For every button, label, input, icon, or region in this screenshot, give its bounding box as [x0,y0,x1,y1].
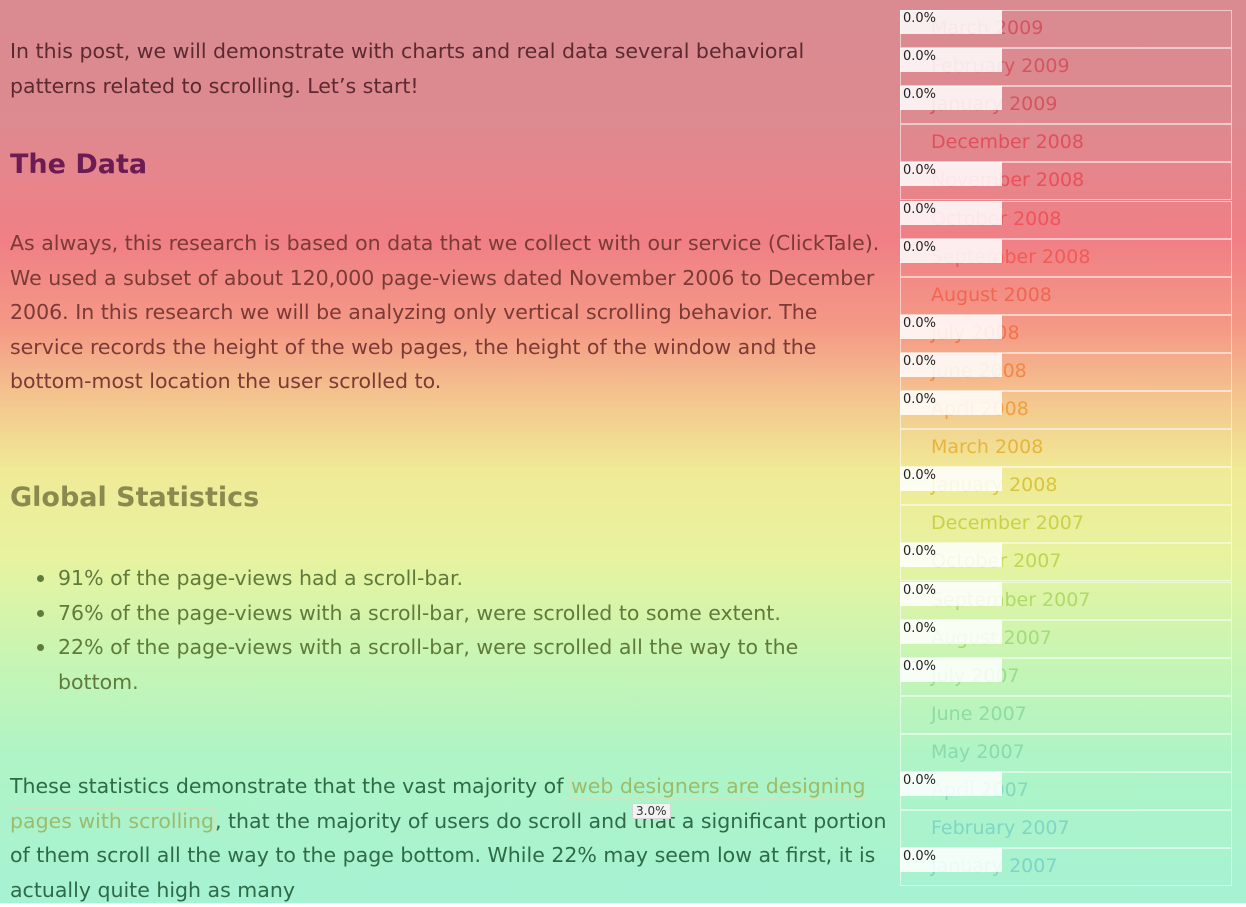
click-percentage-tag: 0.0% [900,582,1002,606]
click-percentage-tag: 0.0% [900,658,1002,682]
archive-link[interactable]: November 2008 0.0% [900,162,1232,200]
heading-global-statistics: Global Statistics [10,482,260,513]
archive-link[interactable]: September 2008 0.0% [900,239,1232,277]
click-percentage-tag: 0.0% [900,353,1002,377]
click-percentage-tag: 0.0% [900,848,1002,872]
link-click-percentage: 3.0% [632,803,671,819]
click-percentage-tag: 0.0% [900,48,1002,72]
statistics-paragraph: These statistics demonstrate that the va… [10,769,890,907]
archive-link[interactable]: March 2008 [900,429,1232,467]
list-item: 91% of the page-views had a scroll-bar. [10,561,880,596]
archive-link-label: August 2008 [931,284,1052,306]
archive-link[interactable]: February 20090.0% [900,48,1232,86]
archive-link[interactable]: June 20080.0% [900,353,1232,391]
intro-paragraph: In this post, we will demonstrate with c… [10,39,805,98]
archive-link[interactable]: January 20080.0% [900,467,1232,505]
archive-link-label: December 2007 [931,512,1084,534]
archive-link-label: March 2008 [931,436,1044,458]
click-percentage-tag: 0.0% [900,772,1002,796]
archive-link-label: June 2007 [931,703,1027,725]
list-item: 22% of the page-views with a scroll-bar,… [10,630,880,699]
click-percentage-tag: 0.0% [900,620,1002,644]
archive-link[interactable]: December 2007 [900,505,1232,543]
archive-link-label: December 2008 [931,131,1084,153]
archive-link[interactable]: August 20070.0% [900,620,1232,658]
statistics-list: 91% of the page-views had a scroll-bar. … [10,561,880,699]
click-percentage-tag: 0.0% [900,10,1002,34]
list-item: 76% of the page-views with a scroll-bar,… [10,596,880,631]
archive-link[interactable]: February 2007 [900,810,1232,848]
click-percentage-tag: 0.0% [900,391,1002,415]
click-percentage-tag: 0.0% [900,201,1002,225]
archive-link[interactable]: October 20080.0% [900,201,1232,239]
click-percentage-tag: 0.0% [900,467,1002,491]
archive-link[interactable]: January 20090.0% [900,86,1232,124]
archive-link[interactable]: April 20070.0% [900,772,1232,810]
archive-link[interactable]: October 20070.0% [900,543,1232,581]
archive-link[interactable]: May 2007 [900,734,1232,772]
data-paragraph: As always, this research is based on dat… [10,231,880,393]
archive-link[interactable]: September 2007 0.0% [900,582,1232,620]
archive-link[interactable]: March 20090.0% [900,10,1232,48]
click-percentage-tag: 0.0% [900,239,1002,263]
archive-link[interactable]: July 20080.0% [900,315,1232,353]
archive-link-label: May 2007 [931,741,1025,763]
heading-the-data: The Data [10,149,148,180]
archive-link[interactable]: January 20070.0% [900,848,1232,886]
archive-link[interactable]: July 20070.0% [900,658,1232,696]
statistics-text-start: These statistics demonstrate that the va… [10,774,570,798]
click-percentage-tag: 0.0% [900,162,1002,186]
archive-link[interactable]: June 2007 [900,696,1232,734]
click-percentage-tag: 0.0% [900,86,1002,110]
click-percentage-tag: 0.0% [900,543,1002,567]
archive-link[interactable]: December 2008 [900,124,1232,162]
archive-link[interactable]: April 20080.0% [900,391,1232,429]
archive-link-label: February 2007 [931,817,1070,839]
click-percentage-tag: 0.0% [900,315,1002,339]
archive-link[interactable]: August 2008 [900,277,1232,315]
